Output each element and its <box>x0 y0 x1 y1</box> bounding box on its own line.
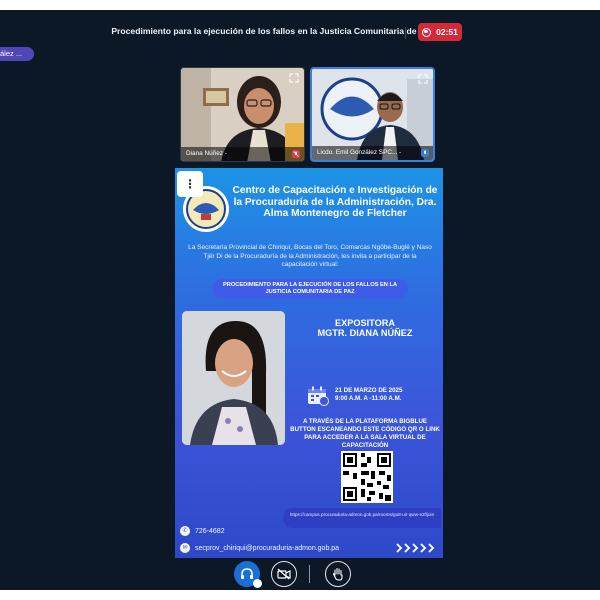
speaker-heading: EXPOSITORA MGTR. DIANA NÚÑEZ <box>290 318 440 338</box>
video-tile-emil[interactable]: Licdo. Emil González SPC... - <box>310 67 435 162</box>
participant-name: Diana Núñez - <box>181 147 304 161</box>
phone-icon: ✆ <box>180 526 190 536</box>
chevrons-decoration <box>396 543 435 553</box>
qr-code <box>341 451 393 503</box>
mic-muted-icon <box>292 150 300 158</box>
participant-name: Licdo. Emil González SPC... - <box>312 146 433 160</box>
presentation-slide: Centro de Capacitación e Investigación d… <box>175 168 443 558</box>
platform-instructions: A TRAVÉS DE LA PLATAFORMA BIGBLUE BUTTON… <box>290 418 440 449</box>
audio-status-indicator <box>253 579 262 588</box>
event-datetime: 21 DE MARZO DE 2025 9:00 A.M. A -11:00 A… <box>335 387 440 402</box>
controls-divider <box>309 565 310 583</box>
raise-hand-icon <box>332 567 343 581</box>
email-icon: ✉ <box>180 543 190 553</box>
event-time: 9:00 A.M. A -11:00 A.M. <box>335 394 402 402</box>
headphones-icon <box>241 568 253 579</box>
video-tile-diana[interactable]: Diana Núñez - <box>180 67 305 162</box>
meeting-window: Procedimiento para la ejecución de los f… <box>0 10 600 590</box>
contact-email: ✉ secprov_chiriqui@procuraduria-admon.go… <box>180 542 339 554</box>
calendar-icon <box>308 386 329 406</box>
user-chip[interactable]: ález ... <box>0 47 34 61</box>
recording-button[interactable]: 02:51 <box>418 23 462 41</box>
more-options-icon: ⋮ <box>184 177 196 191</box>
meeting-title: Procedimiento para la ejecución de los f… <box>111 26 434 36</box>
expand-icon[interactable] <box>289 73 299 83</box>
expand-icon[interactable] <box>418 74 428 84</box>
meeting-link: https://campus.procuraduria-admon.gob.pa… <box>283 508 441 528</box>
contact-phone: ✆ 726-4682 <box>180 525 225 537</box>
presentation-menu-button[interactable]: ⋮ <box>177 171 203 197</box>
recording-time: 02:51 <box>436 27 458 37</box>
event-date: 21 DE MARZO DE 2025 <box>335 387 403 394</box>
header-divider <box>405 27 406 39</box>
event-title: PROCEDIMIENTO PARA LA EJECUCIÓN DE LOS F… <box>212 279 408 299</box>
raise-hand-button[interactable] <box>325 561 351 587</box>
mic-icon <box>421 149 429 157</box>
phone-number: 726-4682 <box>195 527 225 535</box>
organization-title: Centro de Capacitación e Investigación d… <box>232 185 438 219</box>
invitation-text: La Secretaría Provincial de Chiriquí, Bo… <box>188 244 432 269</box>
camera-off-icon <box>277 568 291 580</box>
speaker-name: MGTR. DIANA NÚÑEZ <box>317 328 413 338</box>
speaker-role: EXPOSITORA <box>334 318 396 328</box>
record-icon <box>422 27 432 37</box>
camera-button[interactable] <box>271 561 297 587</box>
speaker-photo <box>182 311 285 445</box>
email-address: secprov_chiriqui@procuraduria-admon.gob.… <box>195 544 340 552</box>
